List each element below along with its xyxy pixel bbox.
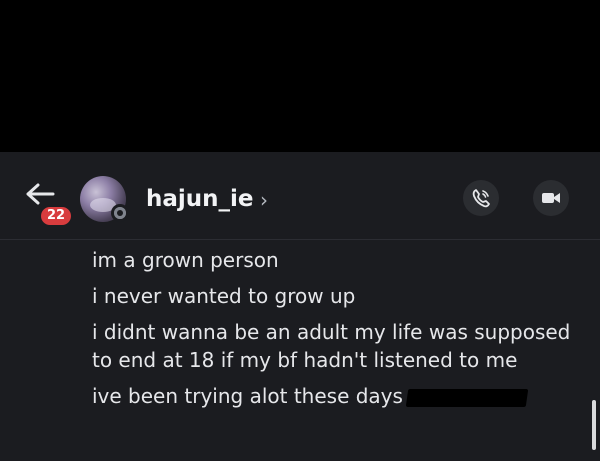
message-item[interactable]: ive been trying alot these days [92,382,592,410]
back-button[interactable] [24,182,56,206]
message-list: im a grown person i never wanted to grow… [92,246,592,418]
video-call-button[interactable] [533,180,569,216]
message-text[interactable]: i never wanted to grow up [92,282,592,310]
username[interactable]: hajun_ie [146,186,254,212]
dm-header: 22 hajun_ie › [0,152,600,240]
voice-call-button[interactable] [463,180,499,216]
arrow-left-icon [26,183,55,205]
chevron-right-icon[interactable]: › [260,188,268,212]
message-text[interactable]: i didnt wanna be an adult my life was su… [92,318,592,374]
message-text[interactable]: im a grown person [92,246,592,274]
unread-badge: 22 [39,205,74,227]
message-text: ive been trying alot these days [92,384,403,408]
blank-top-area [0,0,600,152]
scrollbar[interactable] [592,400,596,450]
dm-chat-view: 22 hajun_ie › im a grown person i never … [0,152,600,461]
status-indicator [111,204,129,222]
redaction-mark [405,388,529,407]
phone-icon [472,189,490,208]
video-camera-icon [542,193,560,203]
